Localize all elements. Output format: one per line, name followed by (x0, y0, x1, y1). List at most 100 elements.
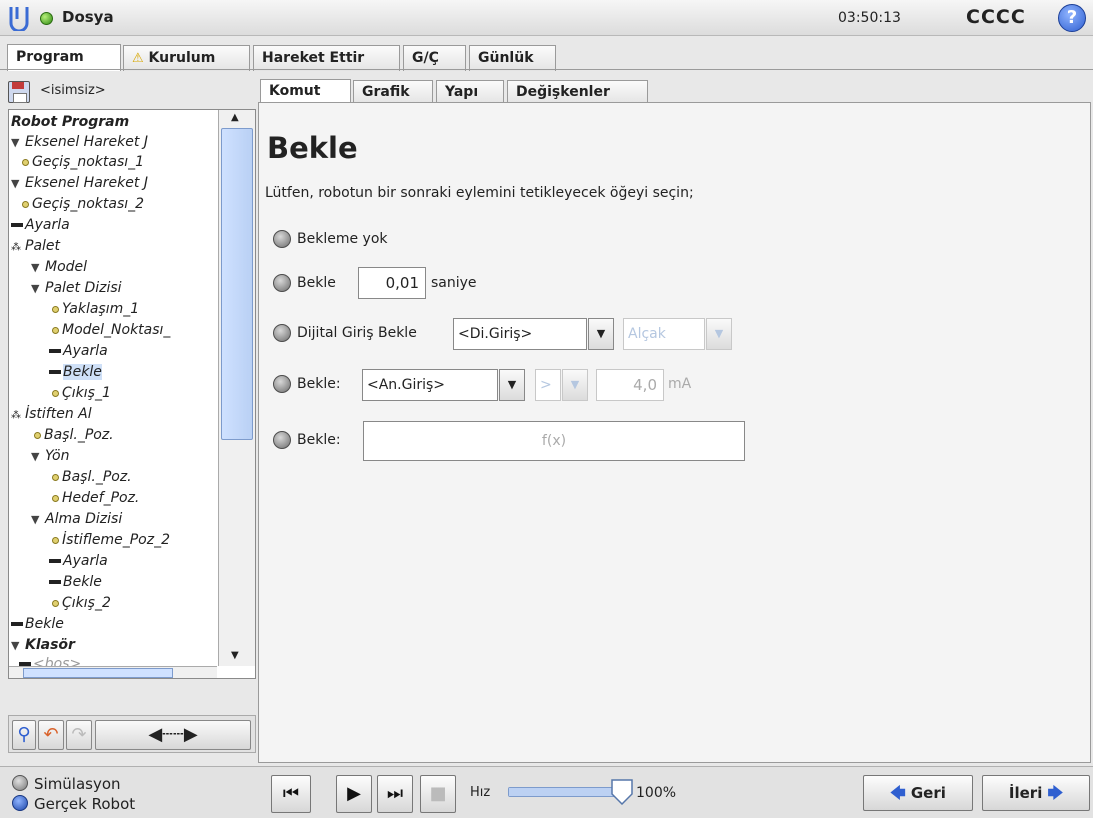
tree-node[interactable]: ▼ Palet Dizisi (31, 278, 122, 298)
tree-node[interactable]: Çıkış_1 (49, 383, 111, 403)
folder-triangle-icon: ▼ (31, 513, 40, 526)
next-button[interactable]: İleri 🡆 (982, 775, 1090, 811)
digital-level-select[interactable]: Alçak ▼ (623, 318, 732, 350)
speed-label: Hız (470, 785, 491, 800)
waypoint-icon (22, 200, 29, 208)
tree-node[interactable]: Bekle (11, 614, 64, 634)
program-tree[interactable]: Robot Program ▼ Eksenel Hareket J Geçiş_n… (8, 109, 256, 679)
tree-node[interactable]: İstifleme_Poz_2 (49, 530, 170, 550)
back-label: Geri (910, 784, 946, 802)
digital-input-select[interactable]: <Di.Giriş> ▼ (453, 318, 614, 350)
tree-node[interactable]: Model_Noktası_ (49, 320, 170, 340)
tree-node[interactable]: ▼ Eksenel Hareket J (11, 173, 148, 193)
tree-node[interactable]: Robot Program (11, 112, 129, 132)
wait-time-input[interactable]: 0,01 (358, 267, 426, 299)
command-bar-icon (11, 223, 23, 227)
command-panel: Bekle Lütfen, robotun bir sonraki eylemi… (258, 102, 1091, 763)
speed-slider-handle-icon[interactable] (611, 779, 633, 805)
speed-slider[interactable] (508, 787, 626, 797)
radio-digital-input[interactable] (273, 324, 291, 342)
tree-node[interactable]: Hedef_Poz. (49, 488, 139, 508)
tab-kurulum[interactable]: ⚠ Kurulum (123, 45, 250, 71)
save-icon[interactable] (8, 81, 30, 103)
tab-hareket-ettir[interactable]: Hareket Ettir (253, 45, 400, 71)
tree-node[interactable]: Geçiş_noktası_2 (19, 194, 144, 214)
tree-node[interactable]: <boş> (19, 654, 81, 666)
tree-node-label: Başl._Poz. (62, 469, 132, 485)
scroll-up-icon[interactable]: ▲ (231, 112, 239, 123)
chevron-down-icon[interactable]: ▼ (706, 318, 732, 350)
analog-operator-value: > (540, 377, 552, 393)
tab-gc[interactable]: G/Ç (403, 45, 466, 71)
stop-icon[interactable]: ■ (420, 775, 456, 813)
tree-horizontal-scrollbar[interactable] (9, 666, 217, 678)
command-bar-icon (49, 559, 61, 563)
tree-node[interactable]: ▼ Klasör (11, 635, 75, 655)
chevron-down-icon[interactable]: ▼ (499, 369, 525, 401)
tree-vertical-scrollbar[interactable]: ▲ ▼ (218, 110, 255, 666)
tree-toolbar: ⚲ ↶ ↷ ◀┄┄▶ (8, 715, 256, 753)
undo-icon[interactable]: ↶ (38, 720, 64, 750)
analog-input-select[interactable]: <An.Giriş> ▼ (362, 369, 525, 401)
radio-wait-time[interactable] (273, 274, 291, 292)
tab-komut[interactable]: Komut (260, 79, 351, 103)
tree-node-label: Geçiş_noktası_1 (32, 154, 145, 170)
radio-expression[interactable] (273, 431, 291, 449)
analog-operator-select[interactable]: > ▼ (535, 369, 588, 401)
tab-program[interactable]: Program (7, 44, 121, 71)
file-menu[interactable]: Dosya (62, 8, 114, 26)
analog-value-input[interactable]: 4,0 (596, 369, 664, 401)
chevron-down-icon[interactable]: ▼ (588, 318, 614, 350)
tab-yapi[interactable]: Yapı (436, 80, 504, 103)
redo-icon[interactable]: ↷ (66, 720, 92, 750)
tree-node[interactable]: Ayarla (11, 215, 70, 235)
radio-analog-input[interactable] (273, 375, 291, 393)
no-wait-label: Bekleme yok (297, 231, 388, 247)
hscroll-thumb[interactable] (23, 668, 173, 678)
tree-node-label: Ayarla (63, 553, 108, 569)
tab-grafik[interactable]: Grafik (353, 80, 433, 103)
move-arrows-icon[interactable]: ◀┄┄▶ (95, 720, 251, 750)
tree-node[interactable]: Başl._Poz. (49, 467, 132, 487)
tree-node[interactable]: Geçiş_noktası_1 (19, 152, 144, 172)
tree-node[interactable]: ⁂ İstiften Al (11, 404, 92, 424)
radio-simulation[interactable] (12, 775, 28, 791)
waypoint-icon (52, 494, 59, 502)
command-bar-icon (49, 580, 61, 584)
tab-degiskenler[interactable]: Değişkenler (507, 80, 648, 103)
tab-gunluk[interactable]: Günlük (469, 45, 556, 71)
tree-node-label: Palet (25, 238, 61, 254)
tree-node-label: Geçiş_noktası_2 (32, 196, 145, 212)
digital-input-label: Dijital Giriş Bekle (297, 325, 417, 341)
command-bar-icon (49, 349, 61, 353)
back-button[interactable]: 🡄 Geri (863, 775, 973, 811)
tree-node-label: Model (45, 259, 88, 275)
step-icon[interactable]: ⏭ (377, 775, 413, 813)
play-icon[interactable]: ▶ (336, 775, 372, 813)
tree-node[interactable]: ▼ Alma Dizisi (31, 509, 122, 529)
tree-node[interactable]: Bekle (49, 572, 102, 592)
tree-node[interactable]: Çıkış_2 (49, 593, 111, 613)
tree-node[interactable]: Yaklaşım_1 (49, 299, 139, 319)
chevron-down-icon[interactable]: ▼ (562, 369, 588, 401)
tree-node[interactable]: Ayarla (49, 551, 108, 571)
tree-node-label: <boş> (33, 656, 82, 666)
tree-node-selected[interactable]: Bekle (49, 362, 102, 382)
radio-real-robot[interactable] (12, 795, 28, 811)
tree-node[interactable]: ▼ Model (31, 257, 87, 277)
scroll-down-icon[interactable]: ▼ (231, 650, 239, 661)
radio-no-wait[interactable] (273, 230, 291, 248)
tree-node[interactable]: ▼ Yön (31, 446, 69, 466)
skip-back-icon[interactable]: ⏮ (271, 775, 311, 813)
tree-node[interactable]: ▼ Eksenel Hareket J (11, 132, 148, 152)
help-icon[interactable]: ? (1058, 4, 1086, 32)
tab-yapi-label: Yapı (445, 84, 479, 100)
analog-input-value: <An.Giriş> (367, 377, 446, 393)
scroll-thumb[interactable] (221, 128, 253, 440)
tree-node[interactable]: Ayarla (49, 341, 108, 361)
waypoint-icon (22, 158, 29, 166)
tree-node[interactable]: Başl._Poz. (31, 425, 114, 445)
search-icon[interactable]: ⚲ (12, 720, 36, 750)
expression-input[interactable]: f(x) (363, 421, 745, 461)
tree-node[interactable]: ⁂ Palet (11, 236, 60, 256)
